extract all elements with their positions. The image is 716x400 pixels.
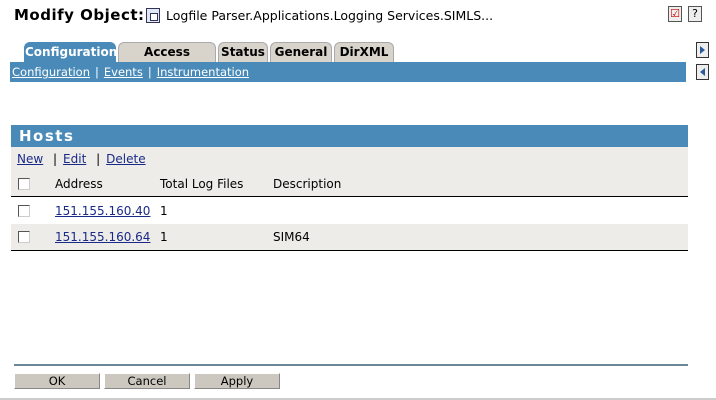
subtab-instrumentation[interactable]: Instrumentation (157, 65, 249, 79)
column-address: Address (55, 177, 103, 191)
ok-button[interactable]: OK (14, 373, 100, 389)
column-total-log-files: Total Log Files (160, 177, 244, 191)
tab-dirxml[interactable]: DirXML (334, 42, 394, 62)
total-log-files: 1 (160, 204, 168, 218)
divider (14, 364, 688, 366)
table-row: 151.155.160.40 1 (11, 198, 688, 224)
scroll-left-icon[interactable] (696, 64, 709, 80)
subtab-bar: Configuration | Events | Instrumentation (10, 62, 686, 82)
hosts-toolbar: New | Edit | Delete Address Total Log File… (11, 147, 688, 197)
tab-general[interactable]: General (270, 42, 332, 62)
row-checkbox[interactable] (18, 231, 30, 243)
help-icon[interactable]: ? (688, 6, 702, 22)
tab-status[interactable]: Status (218, 42, 268, 62)
table-row: 151.155.160.64 1 SIM64 (11, 224, 688, 251)
object-icon (146, 8, 160, 23)
edit-link[interactable]: Edit (63, 152, 86, 166)
page-title: Modify Object: (14, 6, 145, 24)
hosts-title: Hosts (11, 125, 688, 147)
new-link[interactable]: New (17, 152, 43, 166)
task-list-icon[interactable]: ☑ (668, 6, 682, 22)
object-name: Logfile Parser.Applications.Logging Serv… (166, 8, 494, 23)
row-checkbox[interactable] (18, 205, 30, 217)
apply-button[interactable]: Apply (194, 373, 280, 389)
description: SIM64 (273, 230, 310, 244)
total-log-files: 1 (160, 230, 168, 244)
tab-configuration[interactable]: Configuration (24, 42, 117, 62)
column-description: Description (273, 177, 342, 191)
scroll-right-icon[interactable] (696, 42, 709, 58)
cancel-button[interactable]: Cancel (104, 373, 190, 389)
delete-link[interactable]: Delete (106, 152, 145, 166)
address-link[interactable]: 151.155.160.40 (55, 204, 150, 218)
address-link[interactable]: 151.155.160.64 (55, 230, 150, 244)
tab-access-control[interactable]: Access Control (118, 42, 216, 78)
select-all-checkbox[interactable] (18, 178, 30, 190)
subtab-events[interactable]: Events (104, 65, 143, 79)
subtab-configuration[interactable]: Configuration (12, 65, 90, 79)
